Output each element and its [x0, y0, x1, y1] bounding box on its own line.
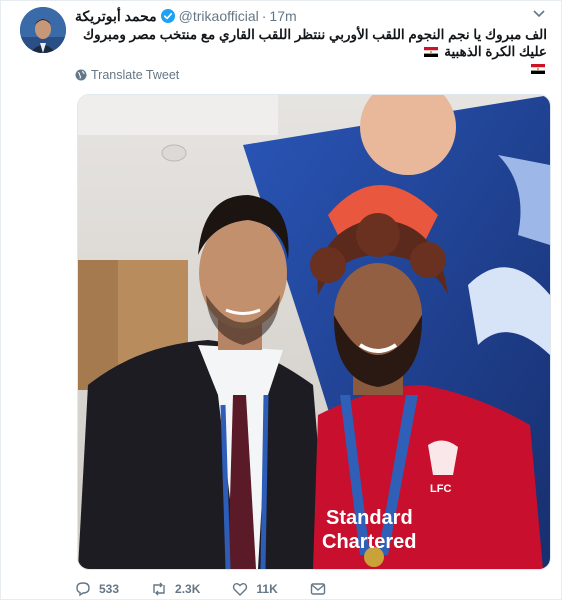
like-button[interactable]: 11K: [232, 581, 278, 597]
avatar[interactable]: [20, 7, 66, 53]
verified-badge-icon: [160, 9, 175, 23]
retweet-count: 2.3K: [175, 582, 201, 596]
direct-message-button[interactable]: [310, 581, 326, 597]
message-icon: [310, 583, 325, 595]
separator-dot: ·: [261, 8, 267, 24]
egypt-flag-icon: [424, 47, 439, 57]
reply-button[interactable]: 533: [75, 581, 119, 597]
like-icon: [233, 583, 248, 596]
user-handle[interactable]: @trikaofficial: [179, 8, 259, 24]
photo-image: [78, 95, 550, 569]
display-name[interactable]: محمد أبوتريكة: [75, 8, 157, 25]
caret-down-icon[interactable]: [533, 10, 545, 18]
tweet-card[interactable]: محمد أبوتريكة @trikaofficial · 17m الف م…: [0, 0, 562, 600]
tweet-text-line: الف مبروك يا نجم النجوم اللقب الأوربي نن…: [82, 27, 547, 59]
jersey-sponsor-line1: Standard: [326, 507, 413, 529]
reply-count: 533: [99, 582, 120, 596]
timestamp[interactable]: 17m: [269, 8, 296, 24]
like-count: 11K: [256, 582, 278, 596]
translate-tweet-link[interactable]: Translate Tweet: [75, 68, 179, 82]
jersey-badge-text: LFC: [430, 483, 452, 495]
tweet-photo[interactable]: LFC Standard Chartered: [77, 94, 551, 570]
jersey-sponsor-line2: Chartered: [322, 531, 417, 553]
tweet-actions: 533 2.3K 11K: [75, 581, 358, 597]
globe-icon: [75, 69, 87, 81]
translate-label: Translate Tweet: [91, 68, 180, 82]
retweet-icon: [153, 582, 165, 596]
tweet-header: محمد أبوتريكة @trikaofficial · 17m: [75, 7, 297, 25]
retweet-button[interactable]: 2.3K: [151, 581, 200, 597]
reply-icon: [76, 582, 90, 597]
egypt-flag-icon: [531, 64, 545, 74]
